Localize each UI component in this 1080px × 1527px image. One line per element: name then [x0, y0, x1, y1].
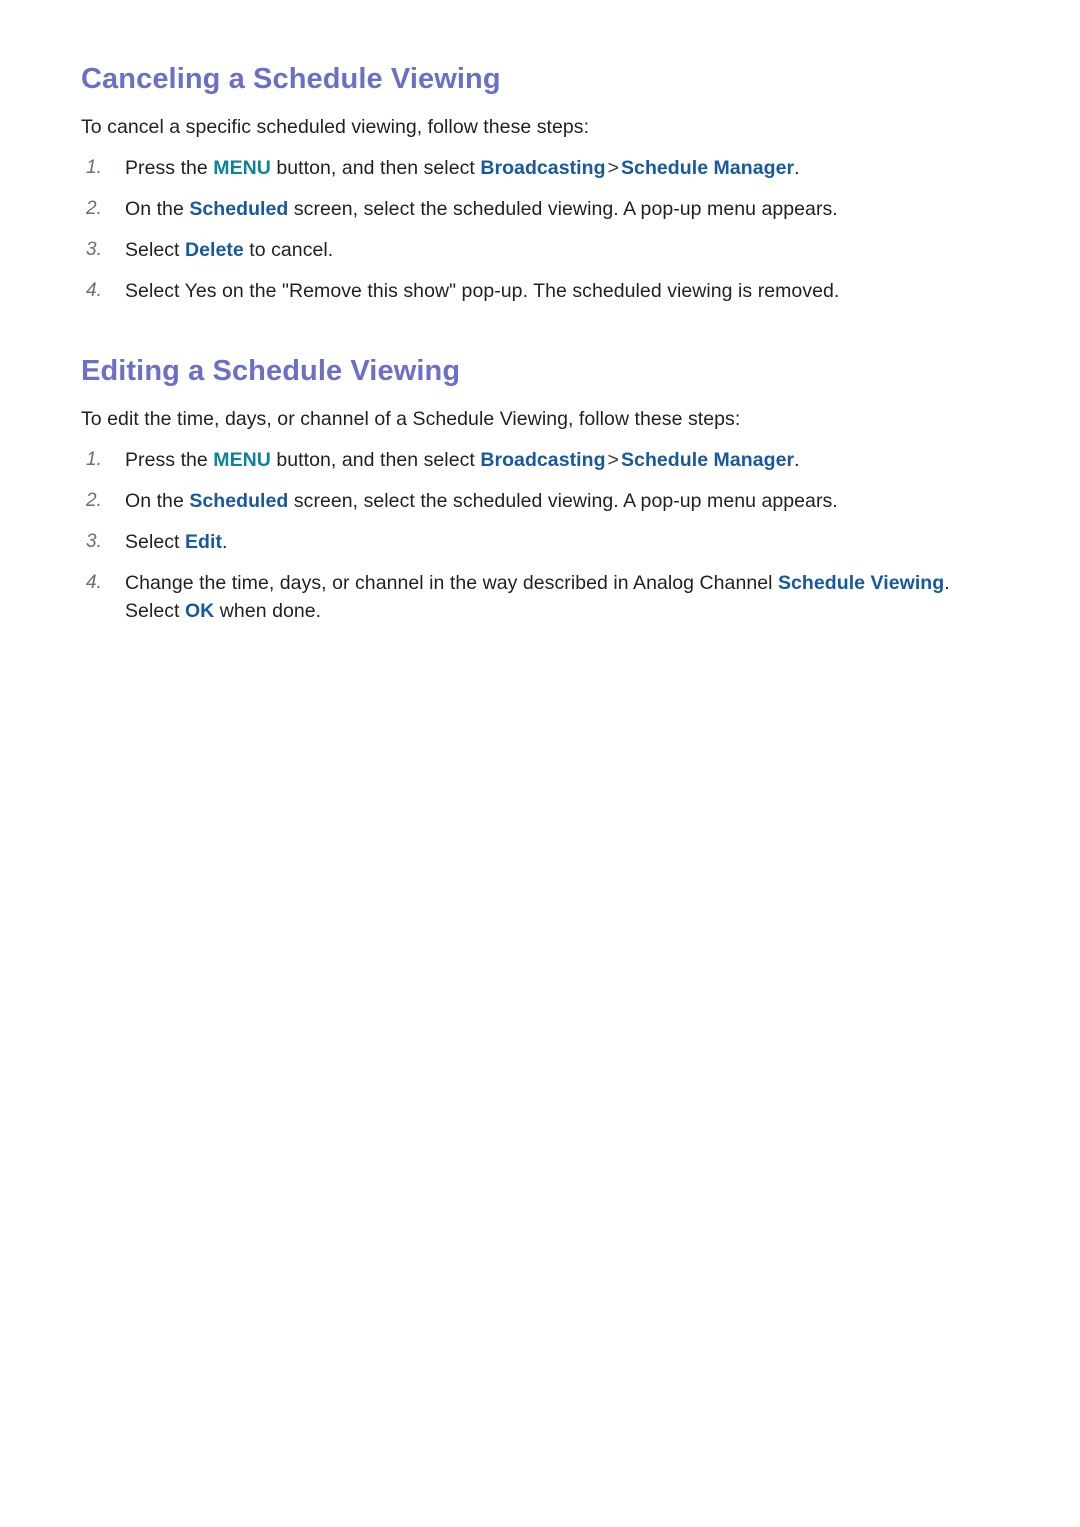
- text-run: .: [794, 449, 800, 471]
- step-item: 2. On the Scheduled screen, select the sc…: [81, 487, 999, 515]
- step-number: 1.: [86, 157, 102, 178]
- keyword-link[interactable]: Edit: [185, 531, 222, 553]
- step-number: 3.: [86, 531, 102, 552]
- section-canceling-a-schedule-viewing: Canceling a Schedule Viewing To cancel a …: [81, 0, 999, 305]
- step-item: 1. Press the MENU button, and then select…: [81, 446, 999, 474]
- breadcrumb-separator: >: [607, 157, 619, 179]
- step-item: 2. On the Scheduled screen, select the sc…: [81, 195, 999, 223]
- step-number: 1.: [86, 449, 102, 470]
- section-intro-text: To edit the time, days, or channel of a …: [81, 408, 741, 430]
- text-run: Change the time, days, or channel in the…: [125, 572, 778, 594]
- document-page: Canceling a Schedule Viewing To cancel a …: [0, 0, 1080, 1527]
- text-run: Select: [125, 531, 185, 553]
- step-number: 4.: [86, 572, 102, 593]
- keyword-link[interactable]: Schedule Manager: [621, 157, 794, 179]
- keyword-link[interactable]: Delete: [185, 239, 244, 261]
- text-run: Press the: [125, 449, 214, 471]
- text-run: Select: [125, 239, 185, 261]
- step-item: 4. Select Yes on the "Remove this show" p…: [81, 277, 999, 305]
- section-editing-a-schedule-viewing: Editing a Schedule Viewing To edit the ti…: [81, 305, 999, 625]
- keyword-link[interactable]: Scheduled: [189, 198, 288, 220]
- step-text: On the Scheduled screen, select the sche…: [125, 490, 838, 512]
- step-item: 3. Select Delete to cancel.: [81, 236, 999, 264]
- keyword-menu[interactable]: MENU: [213, 449, 271, 471]
- document-body: Canceling a Schedule Viewing To cancel a …: [81, 0, 999, 625]
- text-run: On the: [125, 490, 190, 512]
- section-heading: Editing a Schedule Viewing: [81, 355, 461, 387]
- keyword-menu[interactable]: MENU: [213, 157, 271, 179]
- step-item: 3. Select Edit.: [81, 528, 999, 556]
- text-run: when done.: [214, 600, 322, 622]
- step-text: Change the time, days, or channel in the…: [125, 572, 950, 622]
- step-number: 3.: [86, 239, 102, 260]
- keyword-link[interactable]: Schedule Viewing: [778, 572, 944, 594]
- keyword-link[interactable]: Scheduled: [189, 490, 288, 512]
- step-number: 2.: [86, 490, 102, 511]
- step-number: 2.: [86, 198, 102, 219]
- text-run: screen, select the scheduled viewing. A …: [288, 490, 838, 512]
- step-text: Select Yes on the "Remove this show" pop…: [125, 280, 839, 302]
- text-run: .: [222, 531, 228, 553]
- steps-list: 1. Press the MENU button, and then select…: [81, 154, 999, 305]
- text-run: screen, select the scheduled viewing. A …: [288, 198, 838, 220]
- step-text: Press the MENU button, and then select B…: [125, 157, 800, 179]
- step-item: 4. Change the time, days, or channel in t…: [81, 569, 999, 625]
- text-run: Select Yes on the "Remove this show" pop…: [125, 280, 840, 302]
- keyword-link[interactable]: OK: [185, 600, 214, 622]
- text-run: button, and then select: [270, 157, 481, 179]
- step-text: Select Delete to cancel.: [125, 239, 333, 261]
- section-heading: Canceling a Schedule Viewing: [81, 63, 501, 95]
- text-run: On the: [125, 198, 190, 220]
- text-run: .: [794, 157, 800, 179]
- step-item: 1. Press the MENU button, and then select…: [81, 154, 999, 182]
- keyword-link[interactable]: Schedule Manager: [621, 449, 794, 471]
- step-text: On the Scheduled screen, select the sche…: [125, 198, 838, 220]
- text-run: Press the: [125, 157, 214, 179]
- keyword-link[interactable]: Broadcasting: [480, 157, 605, 179]
- breadcrumb-separator: >: [607, 449, 619, 471]
- section-intro-text: To cancel a specific scheduled viewing, …: [81, 116, 590, 138]
- keyword-link[interactable]: Broadcasting: [480, 449, 605, 471]
- step-number: 4.: [86, 280, 102, 301]
- text-run: button, and then select: [270, 449, 481, 471]
- steps-list: 1. Press the MENU button, and then select…: [81, 446, 999, 625]
- step-text: Select Edit.: [125, 531, 227, 553]
- text-run: to cancel.: [243, 239, 334, 261]
- step-text: Press the MENU button, and then select B…: [125, 449, 800, 471]
